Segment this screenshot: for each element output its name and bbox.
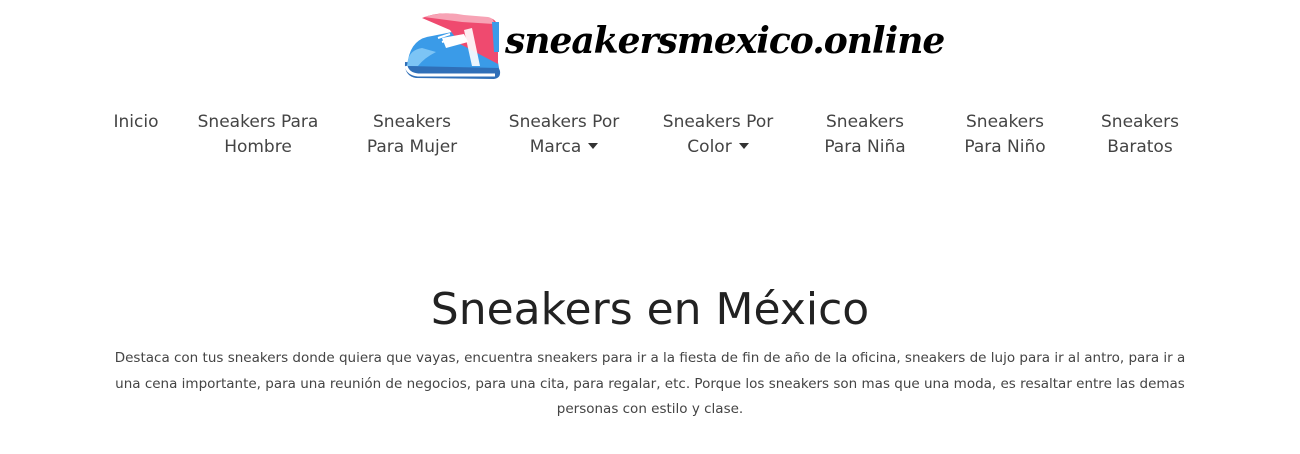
caret-down-icon (588, 143, 599, 149)
nav-item-label: Sneakers Por (508, 112, 620, 132)
nav-item-hombre[interactable]: Sneakers Para Hombre (188, 110, 328, 160)
nav-item-label: Sneakers (966, 112, 1044, 132)
page-title: Sneakers en México (430, 284, 870, 335)
main-navigation: Inicio Sneakers Para Hombre Sneakers Par… (0, 110, 1300, 170)
nav-item-label: Baratos (1107, 137, 1173, 157)
nav-item-label: Para Niña (824, 137, 906, 157)
site-header: sneakersmexico.online (0, 0, 1300, 90)
nav-item-label: Para Niño (964, 137, 1046, 157)
nav-item-inicio[interactable]: Inicio (105, 110, 167, 135)
nav-item-nino[interactable]: Sneakers Para Niño (945, 110, 1065, 160)
sneaker-icon (404, 13, 501, 79)
nav-item-marca-dropdown[interactable]: Sneakers Por Marca (499, 110, 629, 160)
nav-item-label: Sneakers (826, 112, 904, 132)
nav-item-color-dropdown[interactable]: Sneakers Por Color (653, 110, 783, 160)
nav-item-label: Marca (529, 137, 582, 157)
nav-item-label: Sneakers Por (662, 112, 774, 132)
nav-item-label: Inicio (113, 112, 159, 132)
nav-item-label: Sneakers (1101, 112, 1179, 132)
nav-item-label: Para Mujer (366, 137, 458, 157)
nav-item-baratos[interactable]: Sneakers Baratos (1090, 110, 1190, 160)
nav-item-label: Color (687, 137, 732, 157)
intro-paragraph: Destaca con tus sneakers donde quiera qu… (114, 350, 1186, 417)
nav-item-label: Hombre (224, 137, 292, 157)
logo-wordmark: sneakersmexico.online (505, 20, 945, 62)
nav-item-nina[interactable]: Sneakers Para Niña (805, 110, 925, 160)
nav-item-label: Sneakers (373, 112, 451, 132)
nav-item-label: Sneakers Para (197, 112, 319, 132)
nav-item-mujer[interactable]: Sneakers Para Mujer (352, 110, 472, 160)
caret-down-icon (738, 143, 749, 149)
site-logo-link[interactable]: sneakersmexico.online (402, 8, 945, 84)
